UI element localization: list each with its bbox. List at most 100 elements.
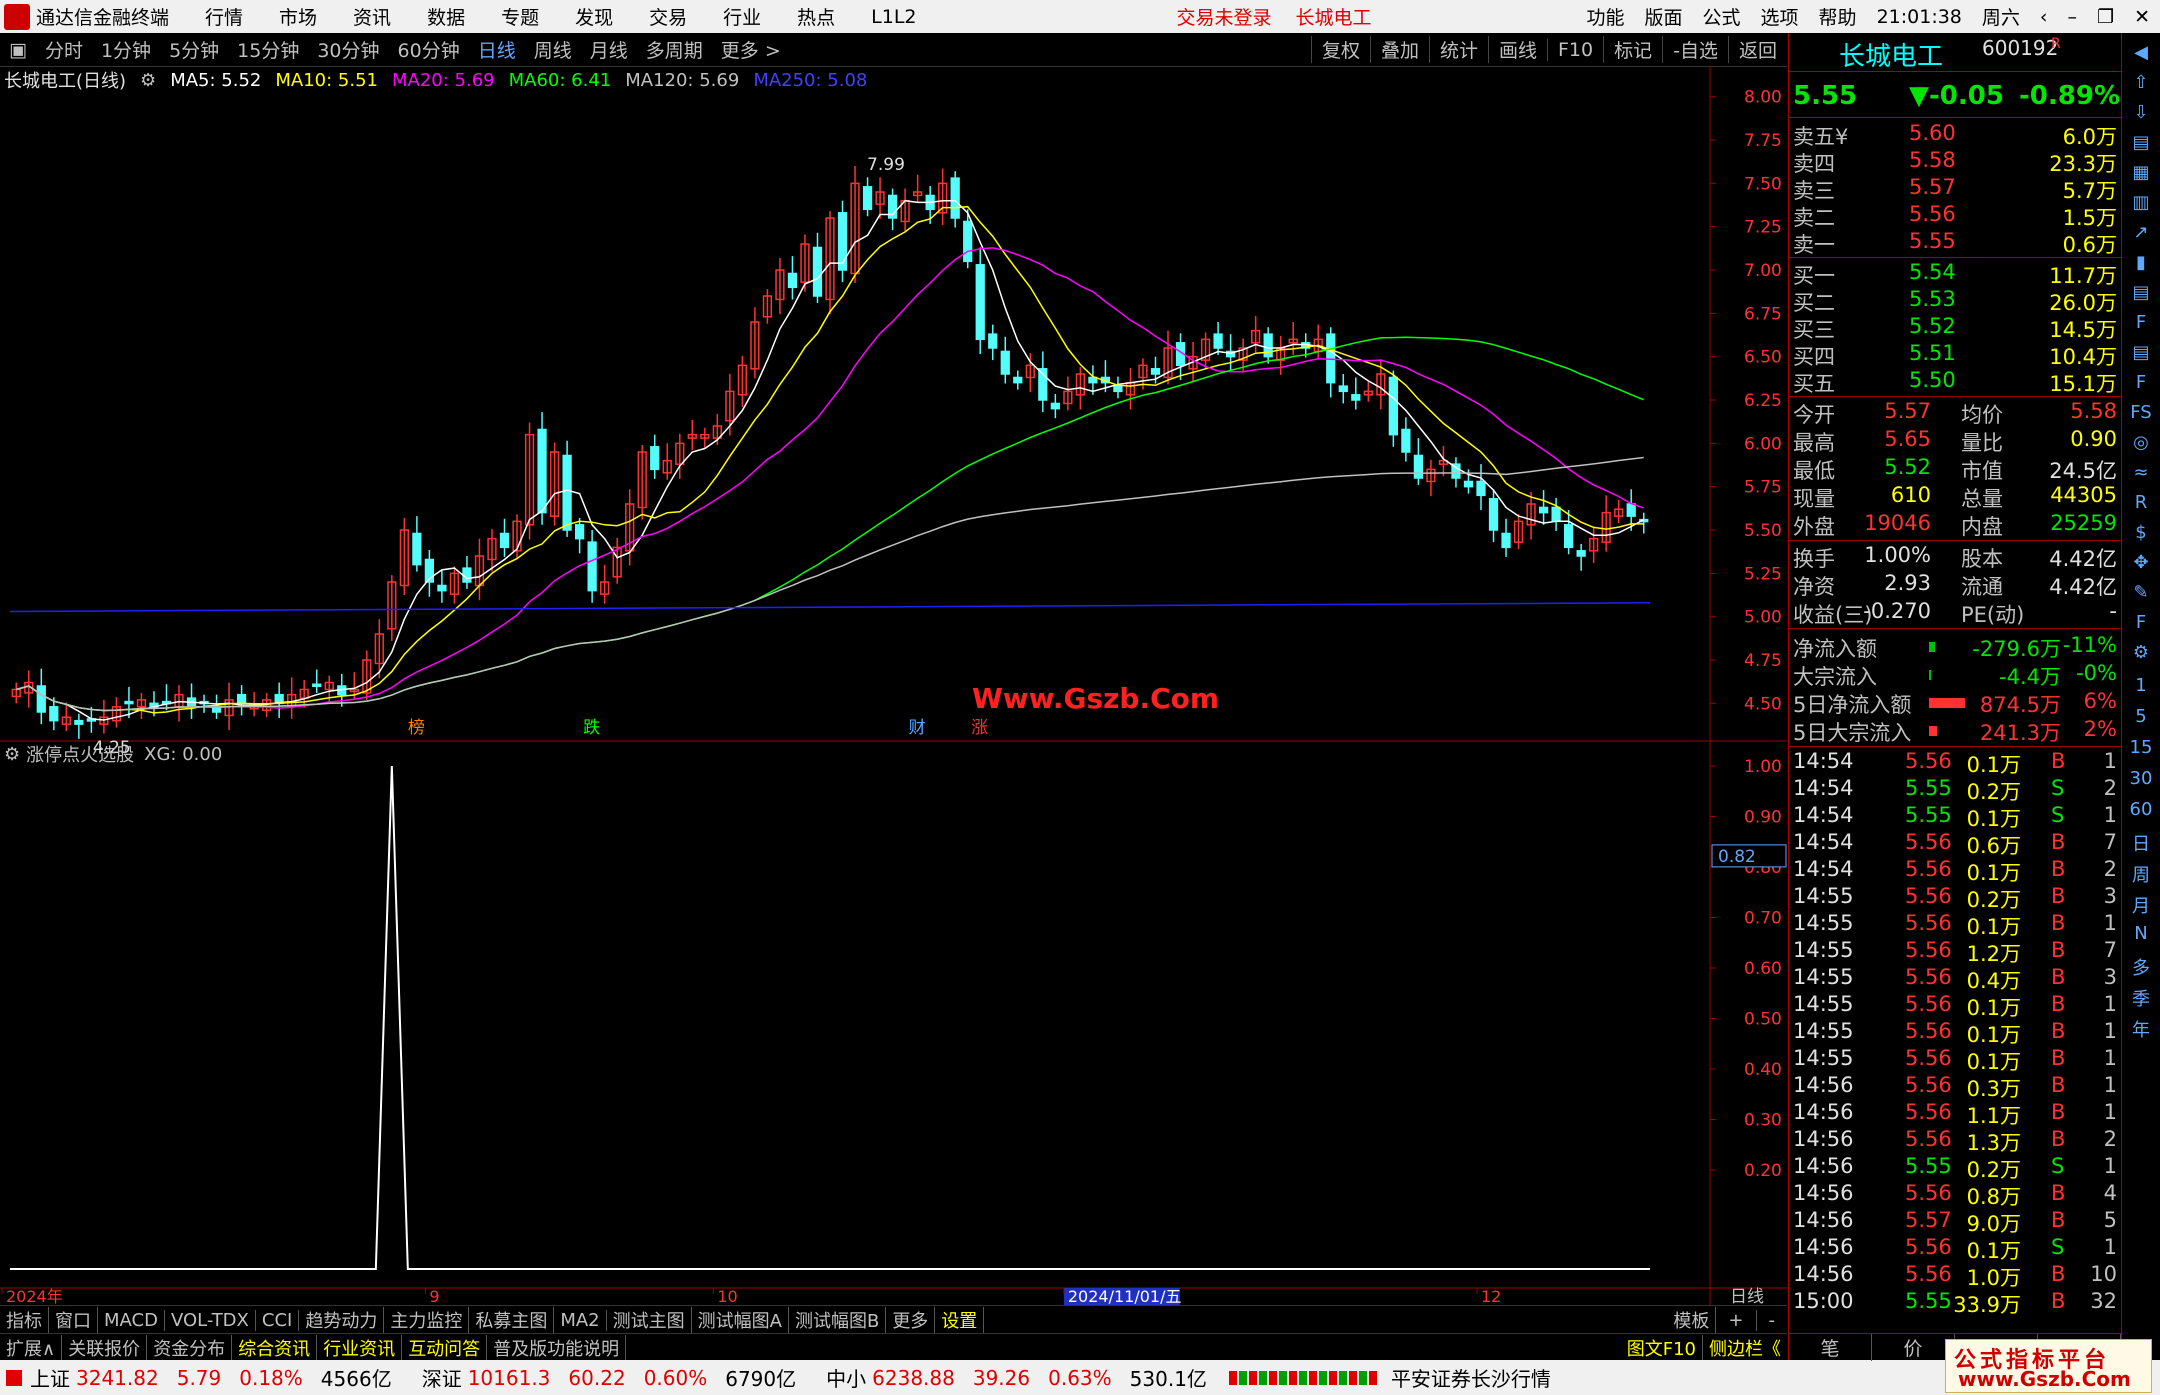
- money-icon[interactable]: $: [2126, 517, 2156, 547]
- menu-layout[interactable]: 版面: [1645, 3, 1683, 30]
- rsi-icon[interactable]: R: [2126, 487, 2156, 517]
- menu-l1l2[interactable]: L1L2: [871, 6, 916, 28]
- menu-options[interactable]: 选项: [1761, 3, 1799, 30]
- side-period-3[interactable]: 30: [2126, 768, 2156, 789]
- index-sh-name[interactable]: 上证: [30, 1363, 70, 1392]
- period-multi[interactable]: 多周期: [646, 36, 703, 63]
- finance-icon[interactable]: F: [2126, 367, 2156, 397]
- edition-info-button[interactable]: 普及版功能说明: [487, 1334, 627, 1361]
- back-icon[interactable]: ‹: [2040, 6, 2048, 28]
- tab-more[interactable]: 更多: [886, 1307, 936, 1333]
- menu-formula[interactable]: 公式: [1703, 3, 1741, 30]
- period-monthly[interactable]: 月线: [590, 36, 628, 63]
- menu-quotes[interactable]: 行情: [205, 3, 243, 30]
- menu-help[interactable]: 帮助: [1819, 3, 1857, 30]
- page-down-icon[interactable]: ⇩: [2126, 97, 2156, 127]
- kline-chart[interactable]: 8.00 7.75 7.50 7.25 7.00 6.75 6.50 6.25 6.00 5.75…: [0, 66, 1787, 1305]
- collapse-icon[interactable]: ◀: [2126, 37, 2156, 67]
- side-period-1[interactable]: 5: [2126, 706, 2156, 727]
- tab-indicator[interactable]: 指标: [0, 1307, 49, 1333]
- period-60min[interactable]: 60分钟: [398, 36, 460, 63]
- side-period-11[interactable]: 年: [2126, 1016, 2156, 1042]
- news-icon[interactable]: ▤: [2126, 337, 2156, 367]
- kline-icon[interactable]: ▮: [2126, 247, 2156, 277]
- menu-market[interactable]: 市场: [279, 3, 317, 30]
- qa-button[interactable]: 互动问答: [402, 1334, 488, 1361]
- period-daily[interactable]: 日线: [478, 36, 516, 63]
- f10-button[interactable]: F10: [1547, 38, 1603, 61]
- tab-private-main[interactable]: 私募主图: [469, 1307, 555, 1333]
- gear-icon[interactable]: ⚙: [2126, 637, 2156, 667]
- table-icon[interactable]: ▥: [2126, 187, 2156, 217]
- period-weekly[interactable]: 周线: [534, 36, 572, 63]
- template-button[interactable]: 模板: [1667, 1307, 1717, 1333]
- menu-trade[interactable]: 交易: [649, 3, 687, 30]
- page-up-icon[interactable]: ⇧: [2126, 67, 2156, 97]
- menu-news[interactable]: 资讯: [353, 3, 391, 30]
- tab-trend-power[interactable]: 趋势动力: [299, 1307, 385, 1333]
- close-icon[interactable]: ✕: [2134, 6, 2150, 28]
- indicator-toggle-icon[interactable]: ⚙: [4, 744, 20, 765]
- fs-icon[interactable]: FS: [2126, 397, 2156, 427]
- period-15min[interactable]: 15分钟: [237, 36, 299, 63]
- watchlist-button[interactable]: -自选: [1662, 36, 1728, 63]
- add-window-button[interactable]: +: [1716, 1309, 1757, 1331]
- move-icon[interactable]: ✥: [2126, 547, 2156, 577]
- menu-data[interactable]: 数据: [427, 3, 465, 30]
- index-sz-name[interactable]: 深证: [422, 1363, 462, 1392]
- tab-test-main[interactable]: 测试主图: [607, 1307, 692, 1333]
- mark-button[interactable]: 标记: [1603, 36, 1662, 63]
- menu-industry[interactable]: 行业: [723, 3, 761, 30]
- fund-distribution-button[interactable]: 资金分布: [147, 1334, 233, 1361]
- restore-icon[interactable]: ❐: [2097, 6, 2114, 28]
- report-icon[interactable]: ▤: [2126, 277, 2156, 307]
- period-intraday[interactable]: 分时: [45, 36, 83, 63]
- period-5min[interactable]: 5分钟: [169, 36, 219, 63]
- tab-macd[interactable]: MACD: [98, 1309, 165, 1331]
- trend-icon[interactable]: ↗: [2126, 217, 2156, 247]
- tab-ma2[interactable]: MA2: [554, 1309, 607, 1331]
- menu-function[interactable]: 功能: [1586, 3, 1624, 30]
- expand-button[interactable]: 扩展∧: [0, 1334, 63, 1361]
- side-period-4[interactable]: 60: [2126, 799, 2156, 820]
- period-more[interactable]: 更多 >: [721, 36, 781, 63]
- tab-vol-tdx[interactable]: VOL-TDX: [165, 1309, 256, 1331]
- formula-icon[interactable]: F: [2126, 607, 2156, 637]
- remove-window-button[interactable]: -: [1757, 1310, 1788, 1331]
- side-period-8[interactable]: N: [2126, 923, 2156, 944]
- tab-settings[interactable]: 设置: [935, 1307, 985, 1333]
- pen-icon[interactable]: ✎: [2126, 577, 2156, 607]
- tab-test-a[interactable]: 测试幅图A: [692, 1307, 789, 1333]
- side-period-9[interactable]: 多: [2126, 954, 2156, 980]
- side-period-7[interactable]: 月: [2126, 892, 2156, 918]
- login-status[interactable]: 交易未登录: [1177, 3, 1272, 30]
- f10-graphic-button[interactable]: 图文F10: [1621, 1334, 1703, 1361]
- menu-hot[interactable]: 热点: [797, 3, 835, 30]
- sidebar-toggle-button[interactable]: 侧边栏《: [1703, 1335, 1787, 1361]
- period-30min[interactable]: 30分钟: [317, 36, 379, 63]
- period-1min[interactable]: 1分钟: [101, 36, 151, 63]
- statistics-button[interactable]: 统计: [1428, 36, 1488, 63]
- f10-icon[interactable]: F: [2126, 307, 2156, 337]
- return-button[interactable]: 返回: [1727, 36, 1787, 63]
- general-news-button[interactable]: 综合资讯: [232, 1334, 318, 1361]
- side-period-5[interactable]: 日: [2126, 830, 2156, 856]
- side-period-10[interactable]: 季: [2126, 985, 2156, 1011]
- tab-main-monitor[interactable]: 主力监控: [384, 1307, 470, 1333]
- target-icon[interactable]: ◎: [2126, 427, 2156, 457]
- quote-tab[interactable]: 价: [1872, 1334, 1955, 1361]
- related-quotes-button[interactable]: 关联报价: [62, 1334, 148, 1361]
- side-period-2[interactable]: 15: [2126, 737, 2156, 758]
- menu-topics[interactable]: 专题: [501, 3, 539, 30]
- side-period-0[interactable]: 1: [2126, 675, 2156, 696]
- index-zx-name[interactable]: 中小: [826, 1363, 866, 1392]
- overlay-button[interactable]: 叠加: [1369, 36, 1429, 63]
- side-period-6[interactable]: 周: [2126, 861, 2156, 887]
- grid-icon[interactable]: ▦: [2126, 157, 2156, 187]
- panel-toggle-icon[interactable]: ▣: [9, 39, 27, 61]
- tab-window[interactable]: 窗口: [49, 1307, 98, 1333]
- list-icon[interactable]: ▤: [2126, 127, 2156, 157]
- quote-stock-name[interactable]: 长城电工: [1839, 36, 1943, 73]
- tab-test-b[interactable]: 测试幅图B: [789, 1307, 887, 1333]
- minimize-icon[interactable]: –: [2068, 6, 2078, 28]
